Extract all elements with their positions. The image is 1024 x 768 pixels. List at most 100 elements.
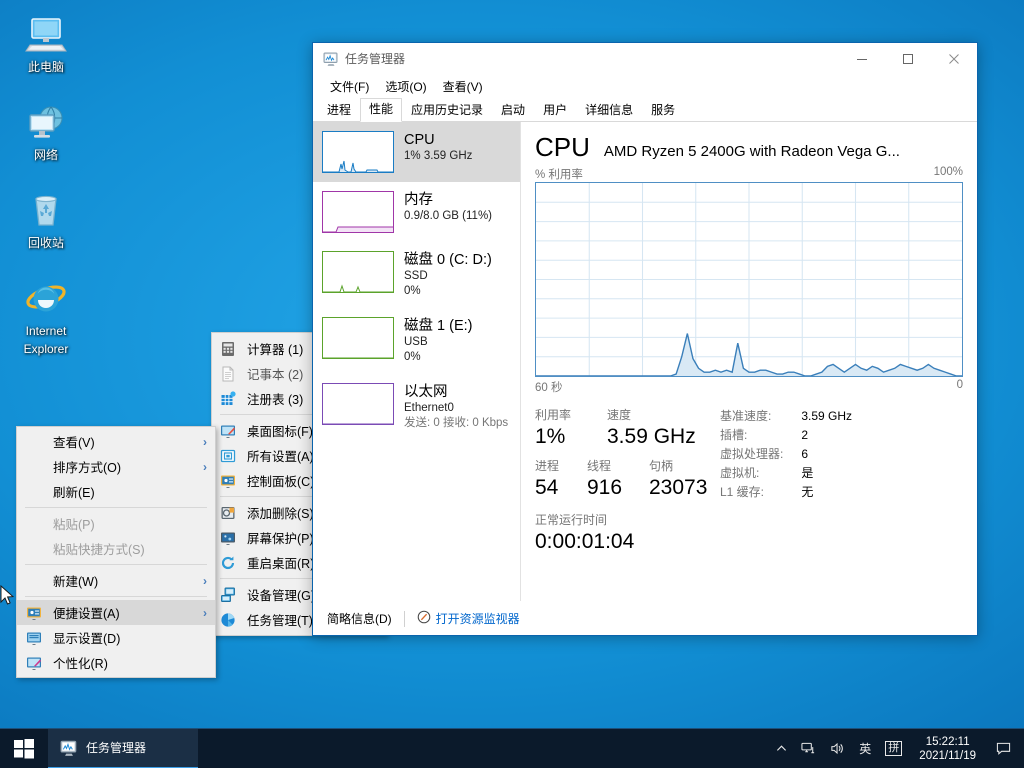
ime-pinyin-icon[interactable]: 拼 — [878, 729, 909, 768]
desktop-icon-list: 此电脑 网络 回收站 — [0, 6, 92, 376]
internet-explorer-icon — [2, 276, 90, 322]
minimize-button[interactable] — [839, 43, 885, 74]
resource-meta: 磁盘 0 (C: D:) SSD 0% — [394, 251, 492, 299]
context-menu-item-paste: 粘贴(P) — [17, 511, 215, 536]
resource-item-ethernet[interactable]: 以太网 Ethernet0 发送: 0 接收: 0 Kbps — [313, 374, 520, 440]
context-menu-item-label: 新建(W) — [45, 571, 203, 590]
context-menu-item-label: 刷新(E) — [45, 482, 209, 501]
stat-handles: 句柄 23073 — [649, 458, 707, 501]
action-center-icon[interactable] — [986, 729, 1020, 768]
graph-y-max: 100% — [934, 166, 963, 182]
resource-sub: 0.9/8.0 GB (11%) — [404, 209, 492, 224]
resource-meta: CPU 1% 3.59 GHz — [394, 131, 472, 173]
ethernet-thumbnail-graph — [322, 383, 394, 425]
resource-sub: 1% 3.59 GHz — [404, 149, 472, 164]
all-settings-icon — [218, 447, 238, 464]
desktop-icon-label: 此电脑 — [28, 60, 64, 74]
tab-bar[interactable]: 进程 性能 应用历史记录 启动 用户 详细信息 服务 — [313, 98, 977, 122]
cpu-chart-svg — [536, 183, 962, 376]
stat-key: 利用率 — [535, 407, 607, 423]
tab-processes[interactable]: 进程 — [318, 99, 360, 122]
statusbar[interactable]: 简略信息(D) 打开资源监视器 — [313, 601, 977, 635]
cpu-stats: 利用率 1% 速度 3.59 GHz 进程 54 — [535, 407, 963, 502]
volume-tray-icon[interactable] — [823, 729, 852, 768]
show-hidden-icons-button[interactable] — [769, 729, 794, 768]
resource-sub: SSD — [404, 269, 492, 284]
task-manager-icon — [218, 611, 238, 628]
info-key: 插槽: — [720, 426, 801, 445]
window-title: 任务管理器 — [345, 50, 839, 67]
tab-services[interactable]: 服务 — [642, 99, 684, 122]
detail-header: CPU AMD Ryzen 5 2400G with Radeon Vega G… — [535, 132, 963, 162]
tab-details[interactable]: 详细信息 — [576, 99, 642, 122]
context-menu-item-label: 粘贴(P) — [45, 514, 209, 533]
fewer-details-button[interactable]: 简略信息(D) — [327, 610, 392, 627]
control-panel-icon — [218, 472, 238, 489]
taskbar-clock[interactable]: 15:22:11 2021/11/19 — [909, 735, 986, 763]
menu-view[interactable]: 查看(V) — [435, 76, 491, 97]
resource-item-cpu[interactable]: CPU 1% 3.59 GHz — [313, 122, 520, 182]
menubar[interactable]: 文件(F) 选项(O) 查看(V) — [313, 74, 977, 98]
resource-item-disk0[interactable]: 磁盘 0 (C: D:) SSD 0% — [313, 242, 520, 308]
submenu-item-label: 任务管理(T) — [238, 610, 313, 629]
maximize-button[interactable] — [885, 43, 931, 74]
restart-desktop-icon — [218, 554, 238, 571]
info-value: 无 — [801, 483, 852, 502]
windows-start-icon[interactable] — [0, 729, 48, 768]
info-key: 基准速度: — [720, 407, 801, 426]
resource-list[interactable]: CPU 1% 3.59 GHz 内存 0.9/8.0 GB (11%) — [313, 122, 521, 601]
stat-threads: 线程 916 — [587, 458, 649, 501]
context-menu-item-display-settings[interactable]: 显示设置(D) — [17, 625, 215, 650]
info-row-logical-processors: 虚拟处理器: 6 — [720, 445, 852, 464]
blank-icon — [23, 434, 45, 450]
context-menu-item-personalize[interactable]: 个性化(R) — [17, 650, 215, 675]
tab-app-history[interactable]: 应用历史记录 — [402, 99, 492, 122]
resource-meta: 磁盘 1 (E:) USB 0% — [394, 317, 472, 365]
desktop-icon-internet-explorer[interactable]: Internet Explorer — [0, 270, 92, 362]
taskbar[interactable]: 任务管理器 英 拼 15:22:11 2021/11/19 — [0, 728, 1024, 768]
desktop-icon-this-pc[interactable]: 此电脑 — [0, 6, 92, 80]
blank-icon — [23, 541, 45, 557]
context-menu-item-view[interactable]: 查看(V) › — [17, 429, 215, 454]
stat-value: 916 — [587, 474, 649, 501]
clock-time: 15:22:11 — [919, 735, 976, 749]
tab-performance[interactable]: 性能 — [360, 98, 402, 122]
ime-language-icon[interactable]: 英 — [852, 729, 878, 768]
info-value: 2 — [801, 426, 852, 445]
personalize-icon — [23, 655, 45, 671]
context-menu-item-paste-shortcut: 粘贴快捷方式(S) — [17, 536, 215, 561]
display-settings-icon — [23, 630, 45, 646]
open-resource-monitor-link[interactable]: 打开资源监视器 — [436, 610, 520, 627]
context-menu-item-new[interactable]: 新建(W) › — [17, 568, 215, 593]
disk0-thumbnail-graph — [322, 251, 394, 293]
system-tray[interactable]: 英 拼 15:22:11 2021/11/19 — [769, 729, 1024, 768]
tab-users[interactable]: 用户 — [534, 99, 576, 122]
submenu-item-label: 记事本 (2) — [238, 364, 303, 383]
resource-item-memory[interactable]: 内存 0.9/8.0 GB (11%) — [313, 182, 520, 242]
context-menu-item-refresh[interactable]: 刷新(E) — [17, 479, 215, 504]
desktop-icon-recycle-bin[interactable]: 回收站 — [0, 182, 92, 256]
menu-options[interactable]: 选项(O) — [377, 76, 434, 97]
taskbar-item-task-manager[interactable]: 任务管理器 — [48, 729, 198, 768]
desktop-icon-network[interactable]: 网络 — [0, 94, 92, 168]
menu-separator — [25, 564, 207, 565]
tab-startup[interactable]: 启动 — [492, 99, 534, 122]
network-tray-icon[interactable] — [794, 729, 823, 768]
window-body: CPU 1% 3.59 GHz 内存 0.9/8.0 GB (11%) — [313, 122, 977, 601]
context-menu-item-quick-settings[interactable]: 便捷设置(A) › — [17, 600, 215, 625]
blank-icon — [23, 516, 45, 532]
desktop-context-menu[interactable]: 查看(V) › 排序方式(O) › 刷新(E) 粘贴(P) 粘贴快捷方式(S) … — [16, 426, 216, 678]
task-manager-window[interactable]: 任务管理器 文件(F) 选项(O) 查看(V) 进程 性能 应用历史记录 启动 … — [312, 42, 978, 636]
close-button[interactable] — [931, 43, 977, 74]
graph-x-right: 0 — [957, 379, 963, 395]
context-menu-item-label: 显示设置(D) — [45, 628, 209, 647]
screensaver-icon — [218, 529, 238, 546]
resource-item-disk1[interactable]: 磁盘 1 (E:) USB 0% — [313, 308, 520, 374]
info-row-virtualization: 虚拟机: 是 — [720, 464, 852, 483]
submenu-item-label: 所有设置(A) — [238, 446, 314, 465]
info-row-sockets: 插槽: 2 — [720, 426, 852, 445]
resource-sub: Ethernet0 — [404, 401, 508, 416]
menu-file[interactable]: 文件(F) — [322, 76, 377, 97]
context-menu-item-sort-by[interactable]: 排序方式(O) › — [17, 454, 215, 479]
submenu-item-label: 重启桌面(R) — [238, 553, 314, 572]
